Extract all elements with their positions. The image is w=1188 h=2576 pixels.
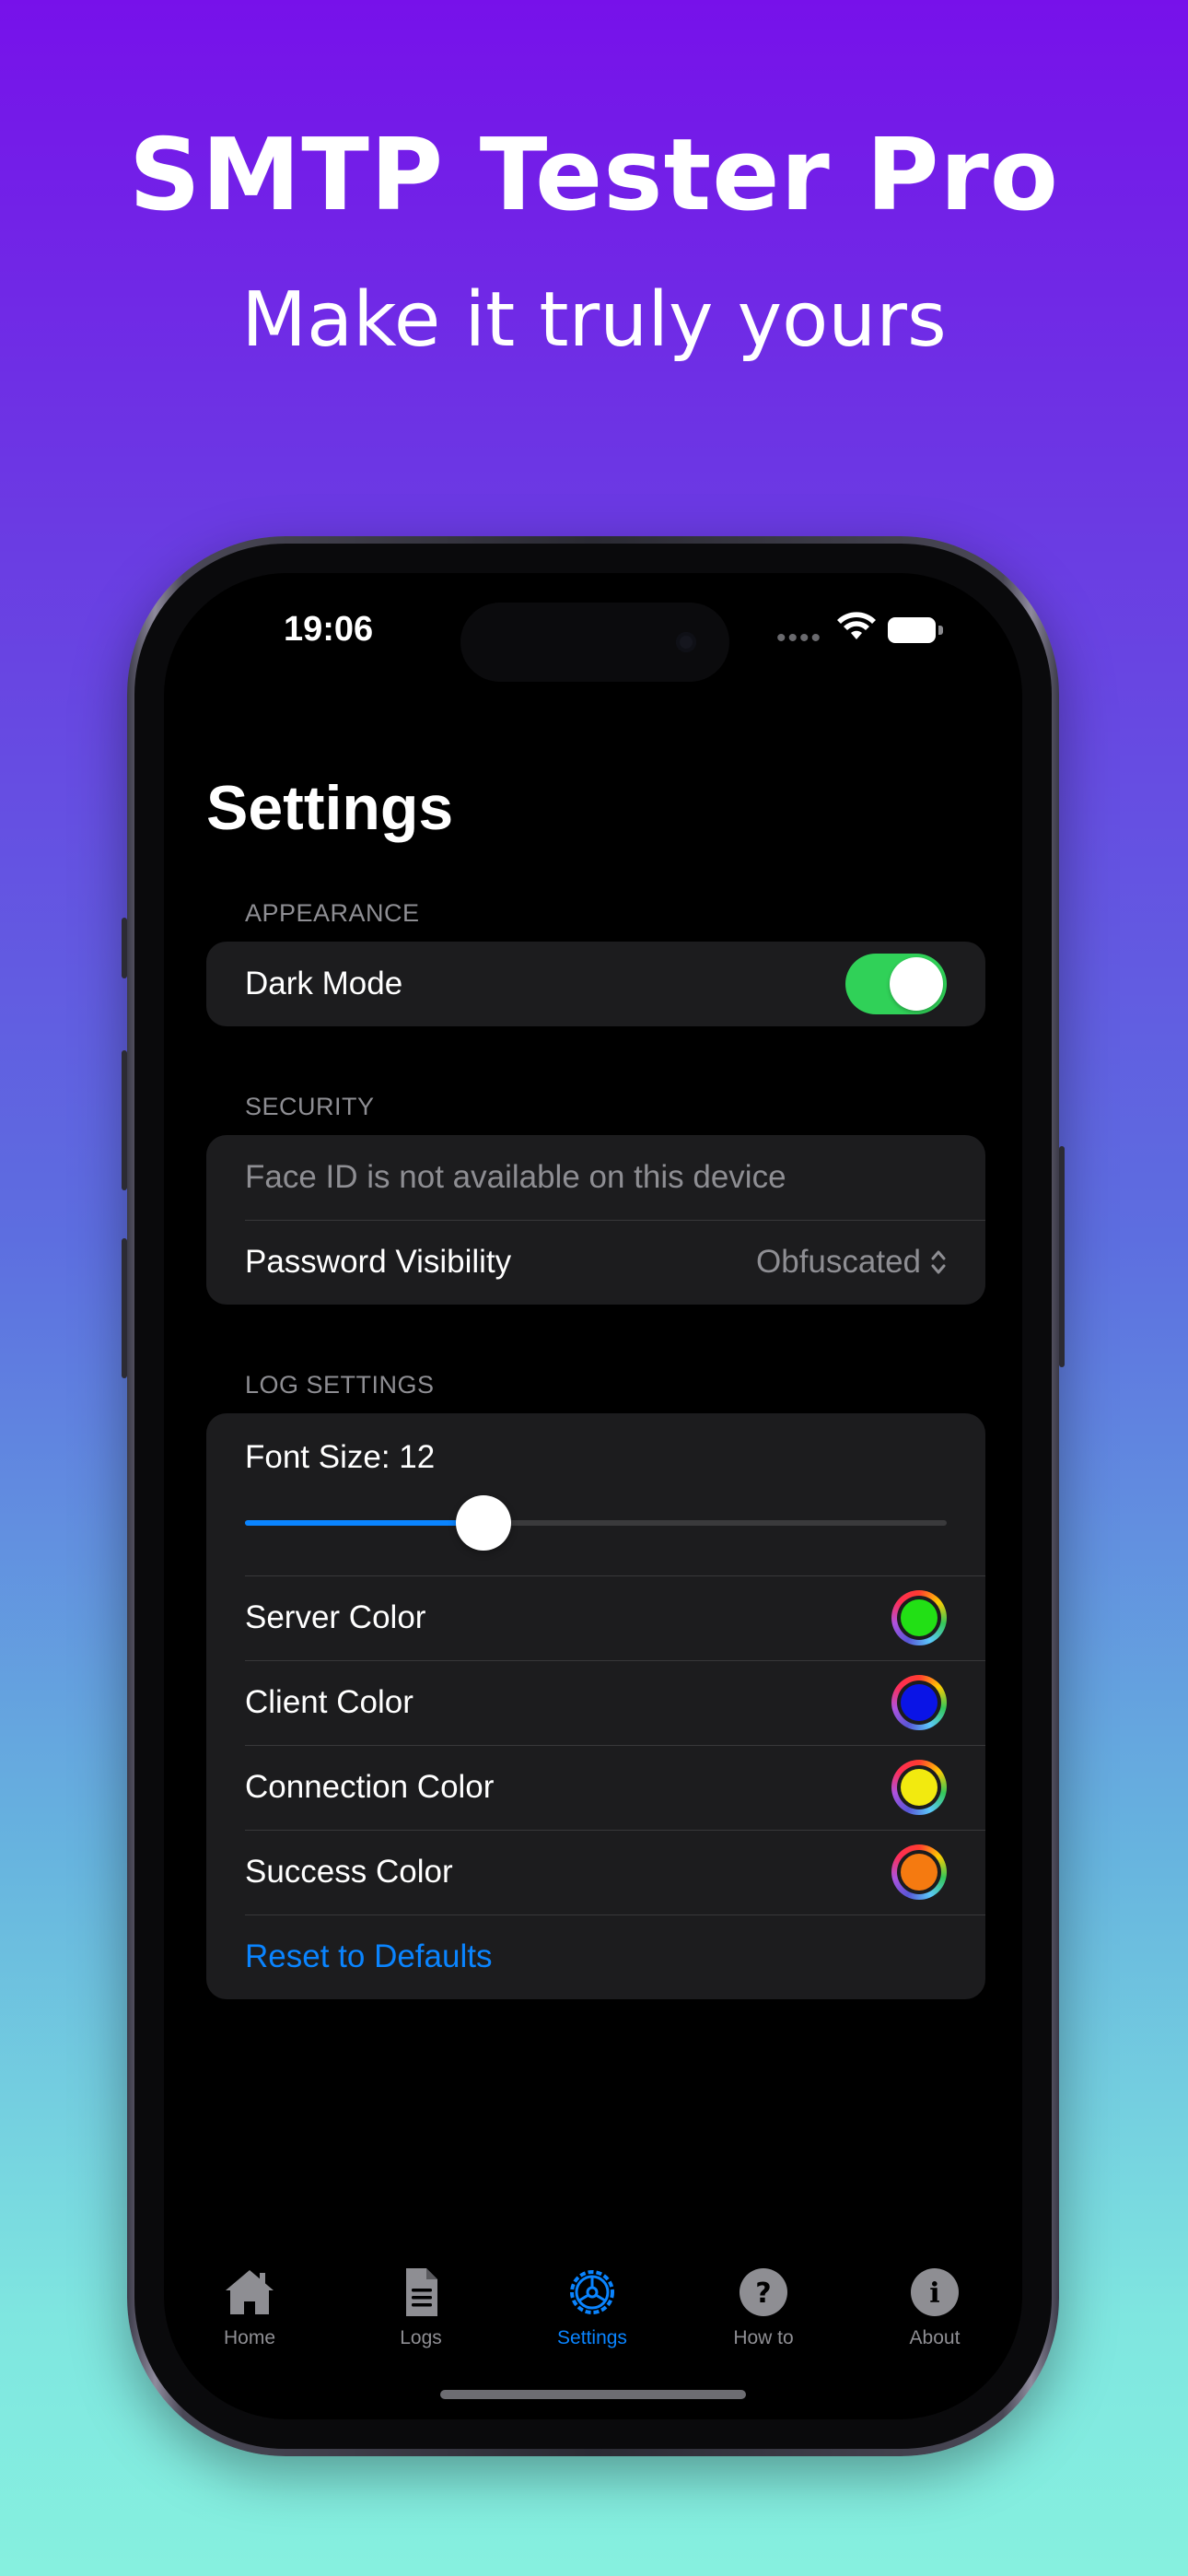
power-button [1059, 1146, 1065, 1367]
face-id-message: Face ID is not available on this device [245, 1159, 786, 1195]
server-color-picker[interactable] [891, 1590, 947, 1645]
question-circle-icon: ? [740, 2268, 787, 2316]
svg-text:i: i [929, 2277, 939, 2310]
tab-about[interactable]: i About [849, 2265, 1020, 2349]
battery-icon [888, 617, 943, 643]
tab-logs-label: Logs [400, 2327, 442, 2348]
tab-home-label: Home [223, 2327, 276, 2348]
font-size-slider[interactable] [245, 1495, 947, 1551]
dynamic-island [460, 603, 729, 682]
font-size-row: Font Size: 12 [206, 1413, 985, 1575]
section-header-security: SECURITY [245, 1093, 375, 1120]
tab-bar: Home Logs Settings ? How to i About [164, 2265, 1022, 2375]
svg-text:?: ? [755, 2277, 771, 2310]
home-indicator [440, 2390, 746, 2399]
dark-mode-row: Dark Mode [206, 942, 985, 1026]
dark-mode-label: Dark Mode [245, 966, 403, 1001]
section-header-appearance: APPEARANCE [245, 899, 420, 927]
info-circle-icon: i [911, 2268, 959, 2316]
connection-color-row[interactable]: Connection Color [206, 1745, 985, 1830]
client-color-row[interactable]: Client Color [206, 1660, 985, 1745]
tab-settings[interactable]: Settings [507, 2265, 678, 2349]
client-color-picker[interactable] [891, 1675, 947, 1730]
volume-up-button [122, 1050, 127, 1190]
status-time: 19:06 [284, 610, 374, 649]
success-color-label: Success Color [245, 1854, 453, 1890]
tab-home[interactable]: Home [164, 2265, 335, 2349]
toggle-knob [890, 957, 943, 1011]
appearance-group: Dark Mode [206, 942, 985, 1026]
security-group: Face ID is not available on this device … [206, 1135, 985, 1305]
doc-text-icon [406, 2268, 437, 2316]
client-color-label: Client Color [245, 1684, 413, 1720]
password-visibility-picker[interactable]: Obfuscated [756, 1244, 921, 1281]
reset-defaults-button[interactable]: Reset to Defaults [245, 1938, 947, 1975]
cellular-signal-icon: •••• [776, 623, 823, 653]
font-size-label: Font Size: 12 [245, 1439, 436, 1475]
gear-icon [570, 2270, 614, 2314]
wifi-icon [837, 612, 876, 639]
success-color-row[interactable]: Success Color [206, 1830, 985, 1914]
log-settings-group: Font Size: 12 Server Color Client Color … [206, 1413, 985, 1999]
tab-logs[interactable]: Logs [335, 2265, 507, 2349]
chevron-up-down-icon [931, 1250, 946, 1274]
password-visibility-label: Password Visibility [245, 1244, 512, 1280]
dark-mode-toggle[interactable] [845, 954, 947, 1014]
slider-thumb[interactable] [456, 1495, 512, 1551]
section-header-log-settings: LOG SETTINGS [245, 1371, 435, 1399]
tab-how-to-label: How to [733, 2327, 794, 2348]
tab-about-label: About [909, 2327, 961, 2348]
password-visibility-row[interactable]: Password Visibility Obfuscated [206, 1220, 985, 1305]
server-color-label: Server Color [245, 1599, 426, 1635]
connection-color-picker[interactable] [891, 1760, 947, 1815]
page-title: Settings [206, 773, 454, 843]
promo-subtitle: Make it truly yours [241, 276, 947, 364]
tab-settings-label: Settings [557, 2327, 627, 2348]
phone-screen: 19:06 •••• Settings APPEARANCE Dark Mode… [164, 573, 1022, 2419]
success-color-picker[interactable] [891, 1844, 947, 1900]
connection-color-label: Connection Color [245, 1769, 495, 1805]
server-color-row[interactable]: Server Color [206, 1575, 985, 1660]
camera-icon [676, 632, 696, 652]
action-button [122, 918, 127, 978]
face-id-row: Face ID is not available on this device [206, 1135, 985, 1220]
tab-how-to[interactable]: ? How to [678, 2265, 849, 2349]
volume-down-button [122, 1238, 127, 1378]
promo-title: SMTP Tester Pro [129, 118, 1059, 233]
house-icon [226, 2270, 274, 2314]
slider-fill [245, 1520, 484, 1526]
reset-defaults-row[interactable]: Reset to Defaults [206, 1914, 985, 1999]
